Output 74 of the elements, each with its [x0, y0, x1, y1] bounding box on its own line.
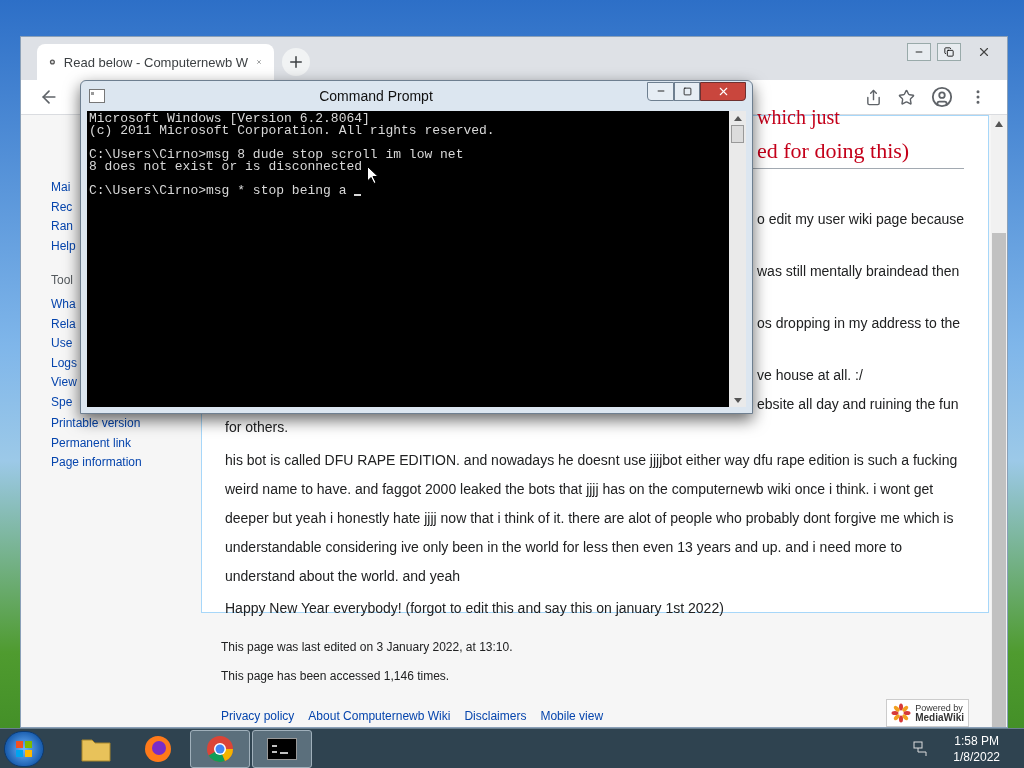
minimize-button[interactable]: [647, 81, 674, 101]
console-line: (c) 2011 Microsoft Corporation. All rights reserved.: [89, 125, 496, 137]
clock-date: 1/8/2022: [953, 748, 1000, 765]
share-icon[interactable]: [865, 88, 882, 106]
maximize-button[interactable]: [937, 43, 961, 61]
page-heading: ed for doing this): [757, 138, 910, 164]
console-line: C:\Users\Cirno>msg * stop being a: [89, 185, 729, 197]
minimize-button[interactable]: [907, 43, 931, 61]
windows-logo-icon: [15, 739, 33, 758]
paragraph-text: for others.: [225, 418, 290, 437]
paragraph-text: his bot is called DFU RAPE EDITION. and nowadays he doesnt use jjjjbot either way dfu rape edition is such a fucking weird name to have. and faggot 2000 leaked the bots that jjjj has on the computernewb wiki once i think. i wont get deeper but yeah i honestly hate jjjj now that i think of it. there are alot of people who probably dont forgive me which is understandable considering ive only been in the world for less then even 13 years and up. and i need more to understand about the world. and yeah: [225, 451, 959, 586]
console-line: C:\Users\Cirno>msg 8 dude stop scroll im low net: [89, 149, 465, 161]
paragraph-text: ve house at all. :/: [757, 366, 863, 385]
console-line: Microsoft Windows [Version 6.2.8064]: [89, 113, 371, 125]
sidebar-link[interactable]: Spe: [51, 392, 73, 412]
paragraph-text: ebsite all day and ruining the fun: [757, 395, 959, 414]
footer-link[interactable]: Mobile view: [540, 707, 604, 725]
sidebar-link[interactable]: Use: [51, 334, 73, 354]
footer-link[interactable]: About Computernewb Wiki: [308, 707, 451, 725]
close-button[interactable]: [700, 81, 746, 101]
maximize-icon: [682, 86, 692, 96]
firefox-icon: [144, 734, 172, 763]
sidebar-link[interactable]: View: [51, 373, 77, 393]
sidebar-link[interactable]: Logs: [51, 353, 78, 373]
new-tab-button[interactable]: [282, 48, 310, 77]
browser-tab[interactable]: Read below - Computernewb W: [37, 44, 274, 81]
star-icon[interactable]: [898, 88, 915, 106]
paragraph-text: os dropping in my address to the: [757, 314, 961, 333]
taskbar-app-button[interactable]: [190, 729, 250, 768]
sidebar-link[interactable]: Wha: [51, 295, 76, 315]
flower-icon: [891, 703, 912, 723]
profile-icon[interactable]: [931, 86, 953, 109]
page-heading: which just: [757, 106, 840, 128]
chrome-icon: [206, 734, 234, 763]
sidebar-link[interactable]: Ran: [51, 217, 73, 237]
restore-icon: [944, 47, 954, 57]
paragraph-text: o edit my user wiki page because: [757, 210, 964, 229]
sidebar-heading: Tool: [51, 272, 73, 289]
footer-link[interactable]: Disclaimers: [464, 707, 527, 725]
scrollbar-thumb[interactable]: [731, 125, 744, 143]
scrollbar-thumb[interactable]: [992, 233, 1006, 727]
clock-time: 1:58 PM: [954, 732, 999, 749]
window-title: Command Prompt: [318, 86, 434, 106]
taskbar-app-button[interactable]: [252, 729, 312, 768]
start-button[interactable]: [4, 730, 44, 767]
scrollbar[interactable]: [729, 111, 746, 407]
footer-text: This page has been accessed 1,146 times.: [221, 668, 451, 685]
mouse-pointer-icon: [367, 166, 379, 184]
console-icon: [89, 89, 105, 103]
sidebar-link[interactable]: Mai: [51, 178, 71, 198]
badge-text: MediaWiki: [915, 713, 964, 723]
sidebar-link[interactable]: Help: [51, 236, 76, 256]
close-icon: [977, 45, 991, 59]
powered-by-badge[interactable]: Powered by MediaWiki: [886, 699, 969, 727]
footer-link[interactable]: Privacy policy: [221, 707, 295, 725]
badge-text: Powered by: [915, 703, 964, 713]
scroll-down-icon[interactable]: [733, 398, 742, 403]
footer-text: This page was last edited on 3 January 2022, at 13:10.: [221, 639, 514, 656]
maximize-button[interactable]: [674, 81, 700, 101]
sidebar-link[interactable]: Page information: [51, 453, 142, 473]
sidebar-link[interactable]: Rela: [51, 314, 76, 334]
console-line: 8 does not exist or is disconnected: [89, 161, 364, 173]
sidebar-link[interactable]: Rec: [51, 197, 73, 217]
scroll-up-icon[interactable]: [995, 121, 1003, 127]
tab-title: Read below - Computernewb W: [63, 53, 249, 72]
network-icon[interactable]: [913, 740, 930, 757]
paragraph-text: was still mentally braindead then: [757, 262, 960, 281]
sidebar-link[interactable]: Permanent link: [51, 433, 132, 453]
clock[interactable]: 1:58 PM 1/8/2022: [953, 732, 1000, 765]
console-icon: [267, 737, 297, 760]
text-cursor: [354, 194, 362, 196]
sidebar-link[interactable]: Printable version: [51, 414, 141, 434]
scrollbar[interactable]: [991, 115, 1007, 727]
paragraph-text: Happy New Year everybody! (forgot to edit this and say this on january 1st 2022): [225, 599, 725, 618]
